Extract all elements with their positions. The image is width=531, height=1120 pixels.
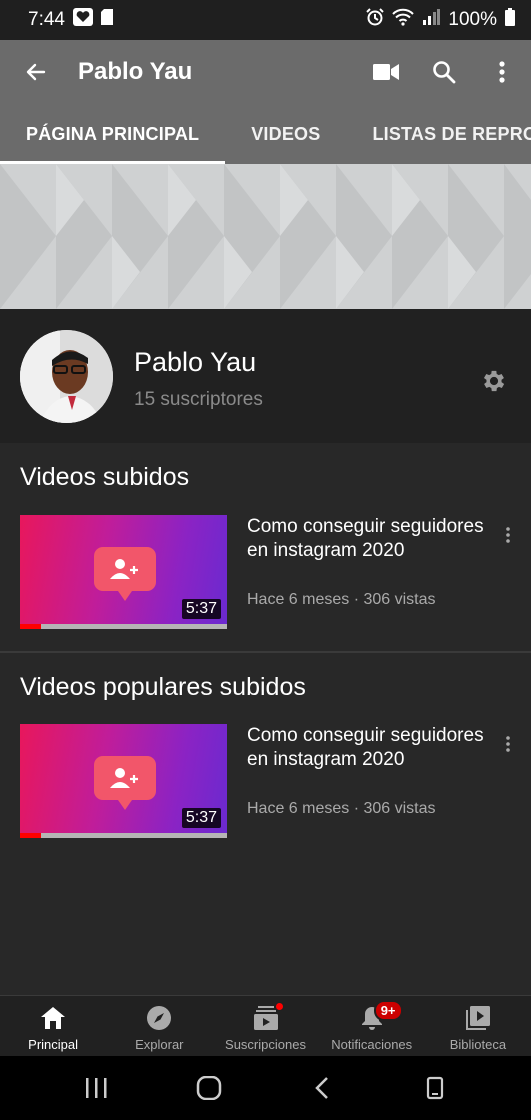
nav-label: Principal xyxy=(28,1037,79,1052)
phone-rotate-icon xyxy=(426,1076,443,1100)
back-system-button[interactable] xyxy=(292,1063,352,1113)
more-options-button[interactable] xyxy=(473,40,531,104)
video-thumbnail[interactable]: 5:37 xyxy=(20,515,227,629)
watch-progress-fill xyxy=(20,833,41,838)
channel-banner xyxy=(0,164,531,309)
bottom-navigation: Principal Explorar Suscripciones 9+ Noti… xyxy=(0,995,531,1056)
notification-badge: 9+ xyxy=(373,1000,403,1021)
nav-notifications[interactable]: 9+ Notificaciones xyxy=(319,996,425,1056)
gear-icon xyxy=(483,370,505,392)
back-button[interactable] xyxy=(0,40,72,104)
search-icon xyxy=(433,61,456,84)
app-bar: Pablo Yau xyxy=(0,40,531,104)
channel-tabs: PÁGINA PRINCIPAL VIDEOS LISTAS DE REPRO xyxy=(0,104,531,164)
home-icon xyxy=(39,1004,67,1032)
tab-videos[interactable]: VIDEOS xyxy=(225,104,346,164)
video-menu-button[interactable] xyxy=(496,523,520,547)
add-user-icon xyxy=(94,756,156,810)
settings-button[interactable] xyxy=(474,361,514,401)
video-thumbnail[interactable]: 5:37 xyxy=(20,724,227,838)
channel-title: Pablo Yau xyxy=(78,58,193,85)
nav-subscriptions[interactable]: Suscripciones xyxy=(212,996,318,1056)
video-title[interactable]: Como conseguir seguidores en instagram 2… xyxy=(247,724,487,772)
compass-icon xyxy=(145,1004,173,1032)
more-vert-icon xyxy=(506,527,510,543)
home-button[interactable] xyxy=(179,1063,239,1113)
battery-icon xyxy=(505,8,515,32)
sd-card-icon xyxy=(100,9,113,31)
heart-notification-icon xyxy=(72,8,93,32)
subscriber-count: 15 suscriptores xyxy=(134,389,263,410)
nav-explore[interactable]: Explorar xyxy=(106,996,212,1056)
video-meta: Hace 6 meses · 306 vistas xyxy=(247,800,436,817)
tab-playlists[interactable]: LISTAS DE REPRO xyxy=(346,104,531,164)
watch-progress-fill xyxy=(20,624,41,629)
recent-apps-icon xyxy=(86,1078,107,1098)
video-title[interactable]: Como conseguir seguidores en instagram 2… xyxy=(247,515,487,563)
video-meta: Hace 6 meses · 306 vistas xyxy=(247,591,436,608)
more-vert-icon xyxy=(499,61,505,83)
wifi-icon xyxy=(392,8,415,32)
video-duration: 5:37 xyxy=(181,808,221,828)
video-item[interactable]: 5:37 Como conseguir seguidores en instag… xyxy=(0,515,531,633)
status-time: 7:44 xyxy=(28,9,65,30)
nav-library[interactable]: Biblioteca xyxy=(425,996,531,1056)
section-divider xyxy=(0,651,531,653)
section-title-popular: Videos populares subidos xyxy=(20,673,306,701)
screen-rotate-button[interactable] xyxy=(405,1063,465,1113)
nav-label: Explorar xyxy=(135,1037,184,1052)
bell-icon: 9+ xyxy=(358,1000,403,1032)
video-item[interactable]: 5:37 Como conseguir seguidores en instag… xyxy=(0,724,531,842)
signal-icon xyxy=(422,9,441,31)
avatar[interactable] xyxy=(20,330,113,423)
channel-header: Pablo Yau 15 suscriptores xyxy=(0,309,531,443)
nav-label: Suscripciones xyxy=(225,1037,306,1052)
camera-icon xyxy=(373,64,399,80)
add-user-icon xyxy=(94,547,156,601)
section-title-uploads: Videos subidos xyxy=(20,463,190,491)
nav-home[interactable]: Principal xyxy=(0,996,106,1056)
status-bar: 7:44 100% xyxy=(0,0,531,40)
video-duration: 5:37 xyxy=(181,599,221,619)
system-navigation-bar xyxy=(0,1056,531,1120)
tab-home[interactable]: PÁGINA PRINCIPAL xyxy=(0,104,226,164)
search-button[interactable] xyxy=(415,40,473,104)
watch-progress-bar xyxy=(20,624,227,629)
watch-progress-bar xyxy=(20,833,227,838)
back-chevron-icon xyxy=(315,1077,328,1099)
nav-label: Notificaciones xyxy=(331,1037,413,1052)
recent-apps-button[interactable] xyxy=(66,1063,126,1113)
camera-button[interactable] xyxy=(357,40,415,104)
more-vert-icon xyxy=(506,736,510,752)
library-icon xyxy=(464,1004,492,1032)
home-circle-icon xyxy=(196,1076,222,1100)
video-menu-button[interactable] xyxy=(496,732,520,756)
channel-name: Pablo Yau xyxy=(134,347,257,377)
alarm-icon xyxy=(366,8,385,32)
subscriptions-icon xyxy=(252,1002,284,1032)
nav-label: Biblioteca xyxy=(449,1037,507,1052)
battery-percent: 100% xyxy=(448,9,497,30)
back-arrow-icon xyxy=(26,63,46,81)
new-content-dot xyxy=(274,1002,284,1011)
